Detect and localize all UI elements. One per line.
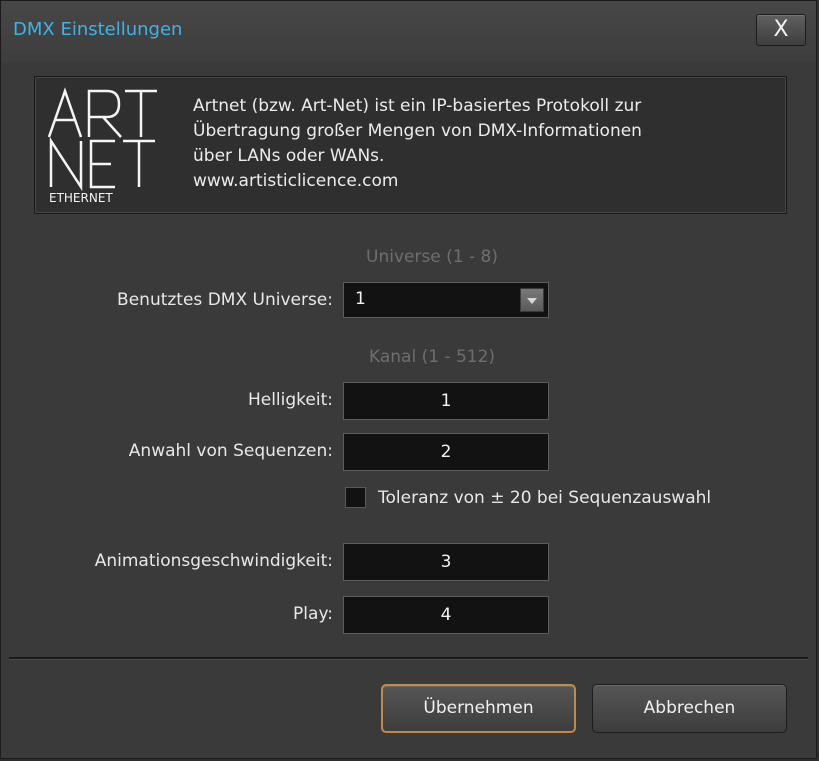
sequence-channel-field[interactable]: 2: [343, 433, 549, 471]
brightness-channel-field[interactable]: 1: [343, 382, 549, 420]
animation-speed-label: Animationsgeschwindigkeit:: [94, 551, 333, 571]
info-line-website: www.artisticlicence.com: [193, 171, 399, 191]
cancel-button[interactable]: Abbrechen: [592, 684, 787, 733]
artnet-logo: ETHERNET: [47, 87, 179, 205]
universe-dropdown-value: 1: [355, 289, 366, 309]
apply-button[interactable]: Übernehmen: [381, 684, 576, 733]
brightness-label: Helligkeit:: [247, 390, 333, 410]
dmx-settings-dialog: DMX Einstellungen X ETHERNET Artnet (bzw…: [0, 0, 817, 759]
window-title: DMX Einstellungen: [13, 19, 183, 40]
tolerance-checkbox[interactable]: [345, 487, 366, 508]
universe-label: Benutztes DMX Universe:: [117, 290, 333, 310]
universe-dropdown[interactable]: 1: [343, 282, 549, 318]
divider: [9, 657, 808, 660]
animation-speed-channel-field[interactable]: 3: [343, 543, 549, 581]
play-channel-field[interactable]: 4: [343, 596, 549, 634]
info-line-1: Artnet (bzw. Art-Net) ist ein IP-basiert…: [193, 96, 642, 116]
info-line-2: Übertragung großer Mengen von DMX-Inform…: [193, 121, 642, 141]
chevron-down-icon[interactable]: [520, 288, 544, 312]
artnet-logo-subtitle: ETHERNET: [49, 191, 113, 205]
info-text: Artnet (bzw. Art-Net) ist ein IP-basiert…: [193, 94, 642, 194]
close-button[interactable]: X: [756, 14, 806, 46]
title-bar: DMX Einstellungen X: [1, 1, 816, 63]
tolerance-checkbox-label: Toleranz von ± 20 bei Sequenzauswahl: [378, 488, 712, 508]
sequence-label: Anwahl von Sequenzen:: [128, 441, 333, 461]
play-label: Play:: [293, 604, 333, 624]
channel-header: Kanal (1 - 512): [369, 347, 496, 367]
universe-header: Universe (1 - 8): [366, 247, 499, 267]
info-line-3: über LANs oder WANs.: [193, 146, 385, 166]
artnet-info-panel: ETHERNET Artnet (bzw. Art-Net) ist ein I…: [34, 76, 787, 214]
